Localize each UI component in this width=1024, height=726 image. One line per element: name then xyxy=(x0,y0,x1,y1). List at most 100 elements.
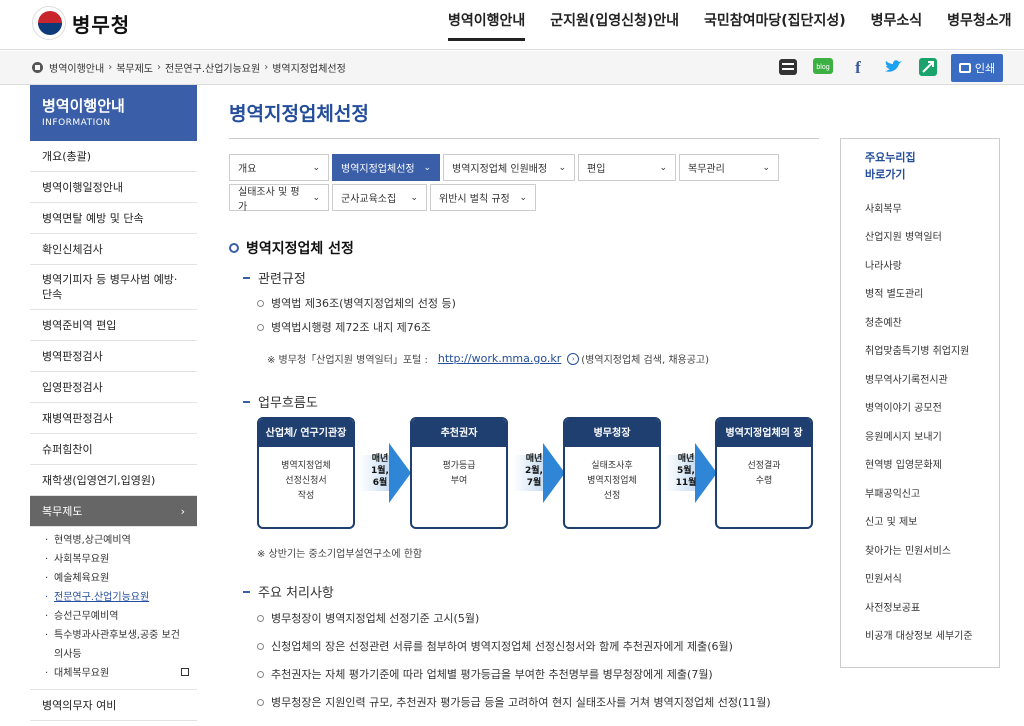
quick-link[interactable]: 병적 별도관리 xyxy=(865,279,999,308)
tab-allocation[interactable]: 병역지정업체 인원배정 ⌄ xyxy=(443,154,575,181)
quick-link[interactable]: 부패공익신고 xyxy=(865,478,999,507)
page-title: 병역지정업체선정 xyxy=(229,99,819,139)
gnb-item-service-guide[interactable]: 병역이행안내 xyxy=(448,10,526,41)
side-nav-item[interactable]: 확인신체검사 xyxy=(30,234,197,265)
tab-military-training[interactable]: 군사교육소집 ⌄ xyxy=(332,184,427,211)
side-nav-item[interactable]: 슈퍼힘찬이 xyxy=(30,434,197,465)
share-icon[interactable] xyxy=(914,54,942,80)
gnb-item-about[interactable]: 병무청소개 xyxy=(947,10,1011,41)
side-nav: 병역이행안내 INFORMATION 개요(총괄) 병역이행일정안내 병역면탈 … xyxy=(30,85,197,721)
tab-designation[interactable]: 병역지정업체선정 ⌄ xyxy=(332,154,440,181)
breadcrumb: 병역이행안내 › 복무제도 › 전문연구.산업기능요원 › 병역지정업체선정 xyxy=(32,60,346,75)
tab-overview[interactable]: 개요 ⌄ xyxy=(229,154,329,181)
quick-link[interactable]: 사회복무 xyxy=(865,193,999,222)
app-icon[interactable] xyxy=(774,54,802,80)
quick-link[interactable]: 신고 및 제보 xyxy=(865,507,999,536)
workflow-arrow-icon: 매년 2월, 7월 xyxy=(513,443,565,503)
home-icon[interactable] xyxy=(32,62,43,73)
quick-link[interactable]: 병무역사기록전시관 xyxy=(865,364,999,393)
circle-bullet-icon xyxy=(257,614,264,622)
quick-link[interactable]: 비공개 대상정보 세부기준 xyxy=(865,621,999,650)
site-logo[interactable]: 병무청 xyxy=(32,6,130,40)
quick-link[interactable]: 찾아가는 민원서비스 xyxy=(865,535,999,564)
quick-link[interactable]: 청춘예찬 xyxy=(865,307,999,336)
subsection-process: 주요 처리사항 xyxy=(243,582,819,601)
quick-link[interactable]: 현역병 입영문화제 xyxy=(865,450,999,479)
side-nav-subitem[interactable]: 특수병과사관후보생,공중 보건 xyxy=(30,626,197,645)
workflow-arrow-icon: 매년 1월, 6월 xyxy=(359,443,411,503)
side-nav-subitem-label: 대체복무요원 xyxy=(54,668,110,679)
breadcrumb-item[interactable]: 전문연구.산업기능요원 xyxy=(165,60,260,75)
quick-link[interactable]: 민원서식 xyxy=(865,564,999,593)
twitter-icon[interactable] xyxy=(879,54,907,80)
side-nav-item[interactable]: 병역면탈 예방 및 단속 xyxy=(30,203,197,234)
circle-bullet-icon xyxy=(257,299,264,307)
dash-icon xyxy=(243,590,250,593)
quick-link[interactable]: 산업지원 병역일터 xyxy=(865,222,999,251)
side-nav-item[interactable]: 입영판정검사 xyxy=(30,372,197,403)
taegeuk-logo-icon xyxy=(32,6,66,40)
quick-link[interactable]: 취업맞춤특기병 취업지원 xyxy=(865,336,999,365)
gnb-item-public-participation[interactable]: 국민참여마당(집단지성) xyxy=(704,10,846,41)
list-item: 병무청장은 지원인력 규모, 추천권자 평가등급 등을 고려하여 현지 실태조사… xyxy=(257,694,819,710)
breadcrumb-item[interactable]: 복무제도 xyxy=(116,60,153,75)
portal-note: ※ 병무청「산업지원 병역일터」포털 : http://work.mma.go.… xyxy=(267,352,710,366)
tab-enrollment[interactable]: 편입 ⌄ xyxy=(578,154,676,181)
side-nav-item[interactable]: 병역의무자 여비 xyxy=(30,690,197,721)
side-nav-item[interactable]: 병역기피자 등 병무사범 예방·단속 xyxy=(30,265,197,310)
share-tools: blog f 인쇄 xyxy=(774,54,1003,82)
breadcrumb-bar: 병역이행안내 › 복무제도 › 전문연구.산업기능요원 › 병역지정업체선정 blog… xyxy=(0,51,1024,85)
quick-link[interactable]: 사전정보공표 xyxy=(865,592,999,621)
side-nav-subitem-current[interactable]: 전문연구.산업기능요원 xyxy=(30,588,197,607)
quick-links-title: 주요누리집 바로가기 xyxy=(865,151,916,181)
workflow-step: 병역지정업체의 장 선정결과 수령 xyxy=(715,417,813,529)
side-nav-subitem[interactable]: 사회복무요원 xyxy=(30,550,197,569)
side-nav-subitem[interactable]: 예술체육요원 xyxy=(30,569,197,588)
quick-link[interactable]: 나라사랑 xyxy=(865,250,999,279)
tab-inspection[interactable]: 실태조사 및 평가 ⌄ xyxy=(229,184,329,213)
tab-service-management[interactable]: 복무관리 ⌄ xyxy=(679,154,779,181)
side-nav-item[interactable]: 병역판정검사 xyxy=(30,341,197,372)
subsection-regulations: 관련규정 xyxy=(243,268,819,287)
circle-bullet-icon xyxy=(257,698,264,706)
side-nav-item[interactable]: 병역이행일정안내 xyxy=(30,172,197,203)
side-nav-item[interactable]: 병역준비역 편입 xyxy=(30,310,197,341)
side-nav-subitem-cont[interactable]: 의사등 xyxy=(30,645,197,664)
side-nav-submenu: 현역병,상근예비역 사회복무요원 예술체육요원 전문연구.산업기능요원 승선근무… xyxy=(30,527,197,690)
circle-bullet-icon xyxy=(257,642,264,650)
quick-link[interactable]: 응원메시지 보내기 xyxy=(865,421,999,450)
print-label: 인쇄 xyxy=(974,62,996,75)
breadcrumb-current: 병역지정업체선정 xyxy=(272,64,346,75)
facebook-icon[interactable]: f xyxy=(844,54,872,80)
chevron-down-icon: ⌄ xyxy=(762,162,770,173)
side-nav-subtitle: INFORMATION xyxy=(42,118,111,128)
side-nav-subitem[interactable]: 승선근무예비역 xyxy=(30,607,197,626)
side-nav-item[interactable]: 재학생(입영연기,입영원) xyxy=(30,465,197,496)
circle-bullet-icon xyxy=(257,323,264,331)
chevron-down-icon: ⌄ xyxy=(519,192,527,203)
dash-icon xyxy=(243,276,250,279)
circle-bullet-icon xyxy=(257,670,264,678)
side-nav-subitem-external[interactable]: 대체복무요원 xyxy=(30,664,197,683)
subsection-workflow: 업무흐름도 xyxy=(243,392,819,411)
gnb-item-military-application[interactable]: 군지원(입영신청)안내 xyxy=(550,10,679,41)
side-nav-item[interactable]: 재병역판정검사 xyxy=(30,403,197,434)
side-nav-item-active[interactable]: 복무제도 › xyxy=(30,496,197,527)
portal-link[interactable]: http://work.mma.go.kr xyxy=(438,352,561,365)
gnb-item-news[interactable]: 병무소식 xyxy=(871,10,923,41)
breadcrumb-item[interactable]: 병역이행안내 xyxy=(49,60,104,75)
side-nav-title: 병역이행안내 xyxy=(42,97,125,115)
side-nav-subitem[interactable]: 현역병,상근예비역 xyxy=(30,531,197,550)
print-button[interactable]: 인쇄 xyxy=(951,54,1003,82)
side-nav-item[interactable]: 개요(총괄) xyxy=(30,141,197,172)
section-title: 병역지정업체 선정 xyxy=(229,238,819,258)
list-item: 병역법 제36조(병역지정업체의 선정 등) xyxy=(257,295,819,311)
blog-icon[interactable]: blog xyxy=(809,54,837,80)
workflow-step: 병무청장 실태조사후 병역지정업체 선정 xyxy=(563,417,661,529)
list-item: 병무청장이 병역지정업체 선정기준 고시(5월) xyxy=(257,610,819,626)
sub-tabs: 개요 ⌄ 병역지정업체선정 ⌄ 병역지정업체 인원배정 ⌄ 편입 ⌄ 복무관리 ⌄ 실태조… xyxy=(229,154,789,214)
tab-penalty[interactable]: 위반시 벌칙 규정 ⌄ xyxy=(430,184,536,211)
global-nav: 병역이행안내 군지원(입영신청)안내 국민참여마당(집단지성) 병무소식 병무청… xyxy=(448,10,1024,41)
go-arrow-icon[interactable]: › xyxy=(567,352,580,365)
quick-link[interactable]: 병역이야기 공모전 xyxy=(865,393,999,422)
